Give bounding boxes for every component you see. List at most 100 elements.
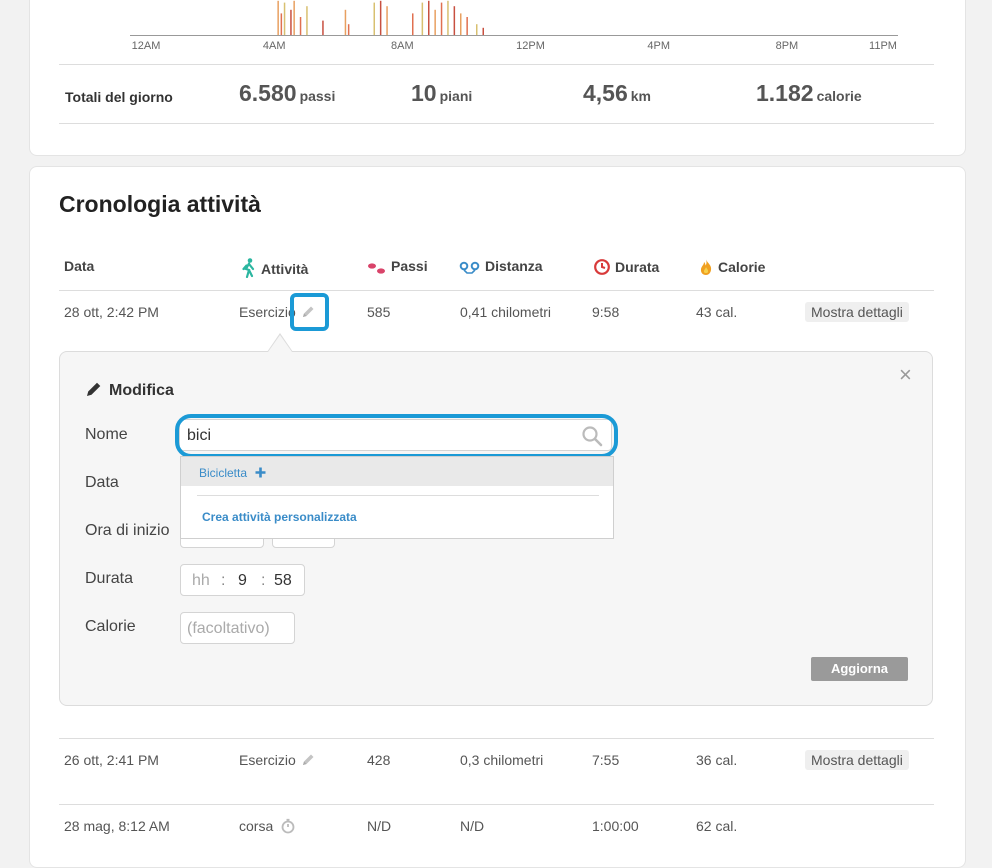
histogram-bar: [482, 27, 484, 35]
label-duration: Durata: [85, 570, 134, 587]
autocomplete-dropdown: Bicicletta Crea attività personalizzata: [180, 456, 614, 539]
histogram-bar: [344, 9, 347, 36]
plus-icon: [255, 467, 266, 478]
row-steps: 428: [367, 752, 391, 768]
x-tick-label: 12AM: [132, 40, 161, 52]
total-calories-unit: calorie: [816, 88, 862, 104]
column-header-steps-label: Passi: [391, 258, 428, 274]
duration-input[interactable]: hh : 9 : 58: [180, 564, 305, 596]
x-tick-label: 4AM: [263, 40, 286, 52]
histogram-bar: [434, 9, 436, 36]
pencil-edit-icon[interactable]: [300, 752, 316, 768]
duration-hours-placeholder: hh: [192, 572, 210, 589]
duration-minutes-value: 9: [238, 572, 247, 589]
divider: [59, 290, 934, 291]
histogram-bar: [466, 17, 468, 35]
create-custom-activity-link[interactable]: Crea attività personalizzata: [202, 510, 357, 524]
histogram-bar: [347, 24, 350, 35]
total-distance-value: 4,56: [583, 80, 628, 106]
total-distance: 4,56 km: [583, 80, 651, 107]
row-duration: 1:00:00: [592, 818, 639, 834]
panel-pointer: [268, 335, 292, 352]
total-floors-unit: piani: [439, 88, 473, 104]
row-distance: 0,41 chilometri: [460, 304, 552, 320]
column-header-activity[interactable]: Attività: [241, 258, 309, 279]
row-activity: Esercizio: [239, 304, 296, 320]
row-date: 28 ott, 2:42 PM: [64, 304, 159, 320]
histogram-bar: [293, 0, 295, 36]
total-steps-value: 6.580: [239, 80, 297, 106]
histogram-bar: [428, 0, 430, 36]
total-calories-value: 1.182: [756, 80, 814, 106]
histogram-bar: [290, 9, 292, 36]
footprints-icon: [368, 263, 385, 274]
column-header-duration-label: Durata: [615, 259, 660, 275]
total-steps: 6.580 passi: [239, 80, 335, 107]
label-start-time: Ora di inizio: [85, 522, 170, 539]
histogram-bars: [277, 0, 484, 36]
update-button[interactable]: Aggiorna: [811, 657, 908, 681]
column-header-distance[interactable]: Distanza: [459, 258, 543, 275]
suggestion-label: Bicicletta: [199, 466, 248, 480]
divider: [59, 804, 934, 805]
divider: [59, 123, 934, 124]
x-tick-label: 8AM: [391, 40, 414, 52]
duration-separator: :: [261, 572, 266, 589]
edit-panel-title: Modifica: [85, 380, 174, 400]
histogram-bar: [277, 0, 279, 36]
total-floors-value: 10: [411, 80, 437, 106]
row-calories: 36 cal.: [696, 752, 738, 768]
column-header-date[interactable]: Data: [64, 258, 94, 274]
row-date: 26 ott, 2:41 PM: [64, 752, 159, 768]
column-header-date-label: Data: [64, 258, 95, 274]
duration-seconds-value: 58: [274, 572, 292, 589]
row-distance: N/D: [460, 818, 485, 834]
x-tick-label: 4PM: [647, 40, 670, 52]
pencil-icon: [87, 382, 101, 396]
show-details-button[interactable]: Mostra dettagli: [805, 750, 909, 770]
row-activity: Esercizio: [239, 752, 296, 768]
column-header-activity-label: Attività: [261, 261, 309, 277]
histogram-x-ticks: 12AM 4AM 8AM 12PM 4PM 8PM 11PM: [132, 40, 897, 52]
column-header-calories-label: Calorie: [718, 259, 766, 275]
histogram-bar: [453, 6, 456, 35]
column-header-duration[interactable]: Durata: [593, 258, 659, 276]
suggestion-item[interactable]: Bicicletta: [181, 457, 613, 486]
divider: [59, 738, 934, 739]
total-calories: 1.182 calorie: [756, 80, 862, 107]
total-distance-unit: km: [630, 88, 651, 104]
calories-input[interactable]: (facoltativo): [180, 612, 295, 644]
histogram-bar: [280, 13, 283, 35]
divider: [197, 495, 599, 496]
row-calories: 43 cal.: [696, 304, 738, 320]
row-steps: 585: [367, 304, 391, 320]
histogram-bar: [476, 24, 478, 35]
highlight-box: [175, 414, 618, 458]
total-floors: 10 piani: [411, 80, 472, 107]
histogram-bar: [283, 2, 286, 36]
edit-panel-title-text: Modifica: [109, 382, 174, 399]
duration-separator: :: [221, 572, 226, 589]
x-tick-label: 11PM: [869, 40, 897, 52]
histogram-bar: [447, 0, 449, 36]
histogram-bar: [421, 2, 424, 36]
clock-icon: [594, 259, 610, 275]
row-activity: corsa: [239, 818, 274, 834]
show-details-button[interactable]: Mostra dettagli: [805, 302, 909, 322]
histogram-bar: [379, 0, 382, 36]
row-distance: 0,3 chilometri: [460, 752, 544, 768]
stopwatch-icon: [281, 818, 295, 834]
column-header-distance-label: Distanza: [485, 258, 543, 274]
close-icon[interactable]: ×: [899, 364, 912, 386]
row-duration: 9:58: [592, 304, 620, 320]
route-pins-icon: [459, 261, 480, 274]
histogram-bar: [460, 13, 462, 35]
histogram-bar: [299, 17, 302, 35]
totals-label: Totali del giorno: [65, 89, 173, 105]
histogram-bar: [412, 13, 414, 35]
column-header-calories[interactable]: Calorie: [698, 258, 765, 276]
row-duration: 7:55: [592, 752, 620, 768]
column-header-steps[interactable]: Passi: [367, 258, 428, 275]
histogram-bar: [306, 6, 308, 35]
walking-person-icon: [242, 258, 255, 279]
